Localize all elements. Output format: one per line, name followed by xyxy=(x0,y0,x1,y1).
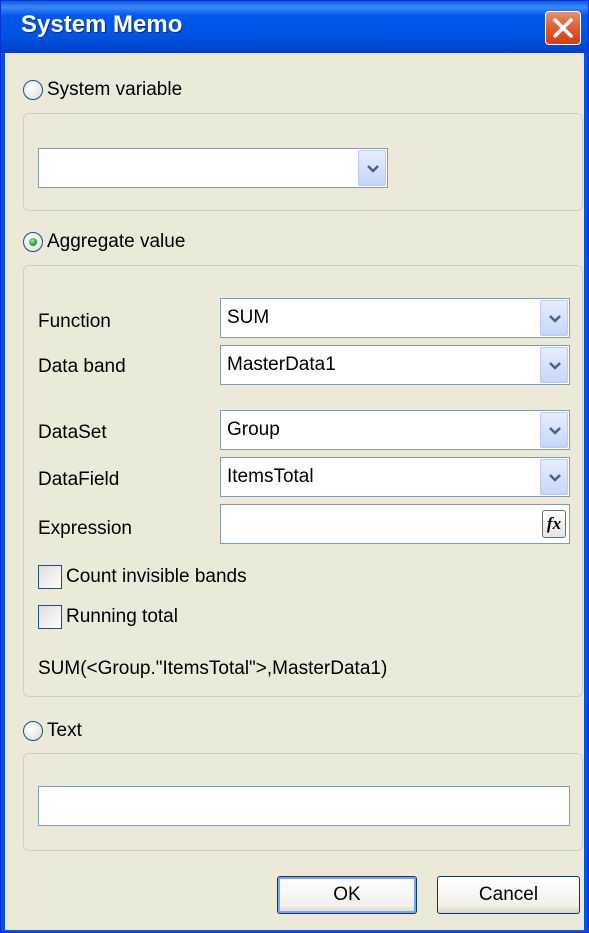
dialog-window: System Memo System variable Aggregate va… xyxy=(0,0,589,933)
fx-icon[interactable]: fx xyxy=(542,510,566,538)
aggregate-summary: SUM(<Group."ItemsTotal">,MasterData1) xyxy=(38,658,388,679)
ok-button[interactable]: OK xyxy=(277,876,417,914)
window-title: System Memo xyxy=(21,11,183,38)
chevron-down-icon xyxy=(549,474,561,482)
text-field[interactable] xyxy=(38,786,570,826)
close-button[interactable] xyxy=(545,11,581,45)
function-label: Function xyxy=(38,311,111,332)
aggregate-value-label: Aggregate value xyxy=(47,231,186,252)
cancel-button[interactable]: Cancel xyxy=(437,876,580,914)
text-group xyxy=(23,753,583,851)
datafield-label: DataField xyxy=(38,469,120,490)
dataset-value: Group xyxy=(227,419,280,440)
system-variable-combo[interactable] xyxy=(38,148,388,188)
data-band-value: MasterData1 xyxy=(227,354,336,375)
running-total-label: Running total xyxy=(66,606,178,627)
data-band-dropdown-button[interactable] xyxy=(540,347,568,383)
dataset-combo[interactable]: Group xyxy=(220,410,570,450)
data-band-label: Data band xyxy=(38,356,126,377)
chevron-down-icon xyxy=(367,165,379,173)
close-x-icon xyxy=(553,18,573,38)
running-total-checkbox[interactable] xyxy=(38,605,62,629)
function-dropdown-button[interactable] xyxy=(540,300,568,336)
datafield-value: ItemsTotal xyxy=(227,466,314,487)
system-variable-group xyxy=(23,113,583,211)
chevron-down-icon xyxy=(549,427,561,435)
running-total-option[interactable]: Running total xyxy=(38,604,178,630)
text-option[interactable]: Text xyxy=(23,717,82,745)
count-invisible-bands-label: Count invisible bands xyxy=(66,566,247,587)
dialog-client-area: System variable Aggregate value Function… xyxy=(5,53,584,930)
aggregate-value-group: Function SUM Data band MasterData1 DataS… xyxy=(23,265,583,697)
count-invisible-bands-option[interactable]: Count invisible bands xyxy=(38,564,247,590)
aggregate-value-radio[interactable] xyxy=(23,232,43,252)
dataset-label: DataSet xyxy=(38,422,107,443)
data-band-combo[interactable]: MasterData1 xyxy=(220,345,570,385)
system-variable-label: System variable xyxy=(47,79,183,100)
system-variable-dropdown-button[interactable] xyxy=(358,150,386,186)
title-bar[interactable]: System Memo xyxy=(1,1,588,53)
text-radio[interactable] xyxy=(23,721,43,741)
dataset-dropdown-button[interactable] xyxy=(540,412,568,448)
chevron-down-icon xyxy=(549,362,561,370)
aggregate-value-option[interactable]: Aggregate value xyxy=(23,228,185,256)
function-value: SUM xyxy=(227,307,270,328)
function-combo[interactable]: SUM xyxy=(220,298,570,338)
chevron-down-icon xyxy=(549,315,561,323)
expression-label: Expression xyxy=(38,518,132,539)
datafield-combo[interactable]: ItemsTotal xyxy=(220,457,570,497)
system-variable-radio[interactable] xyxy=(23,80,43,100)
datafield-dropdown-button[interactable] xyxy=(540,459,568,495)
system-variable-option[interactable]: System variable xyxy=(23,76,182,104)
count-invisible-bands-checkbox[interactable] xyxy=(38,565,62,589)
text-label: Text xyxy=(47,720,82,741)
expression-field[interactable]: fx xyxy=(220,504,570,544)
